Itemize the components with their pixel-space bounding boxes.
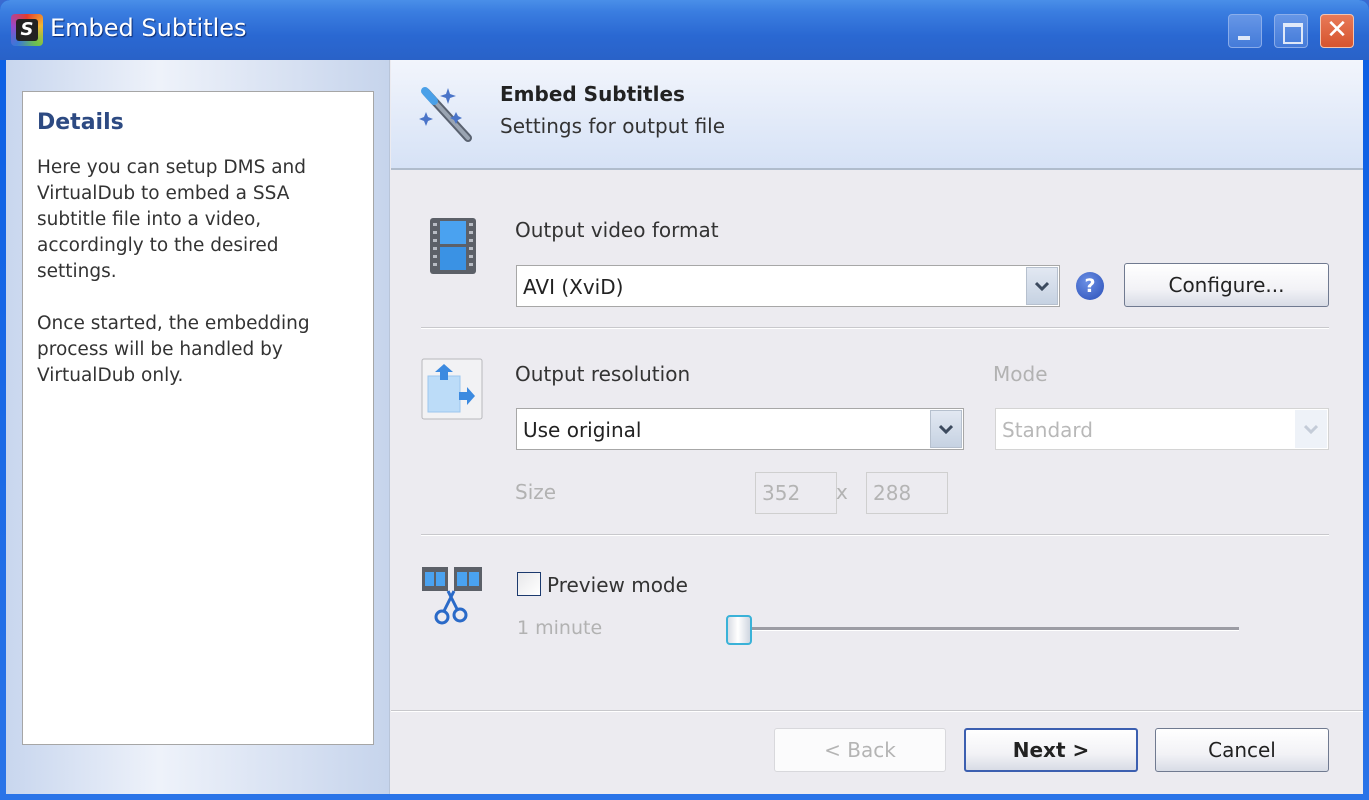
dropdown-arrow-icon[interactable] [1295,410,1327,448]
help-icon[interactable]: ? [1076,272,1104,300]
width-input[interactable]: 352 [755,472,837,514]
output-resolution-select[interactable]: Use original [516,408,964,450]
configure-button[interactable]: Configure... [1124,263,1329,307]
section-divider [421,327,1329,329]
mode-value: Standard [1002,418,1093,442]
output-format-value: AVI (XviD) [523,275,624,299]
output-resolution-label: Output resolution [515,362,691,386]
details-title: Details [37,110,124,135]
size-label: Size [515,480,557,504]
section-divider [421,534,1329,536]
film-strip-icon [430,218,476,274]
dropdown-arrow-icon[interactable] [930,410,962,448]
preview-mode-checkbox[interactable] [517,572,541,596]
header-title: Embed Subtitles [500,82,685,106]
preview-duration-slider-track[interactable] [739,627,1239,631]
app-icon: S [11,14,43,46]
magic-wand-icon [419,87,472,142]
next-button[interactable]: Next > [964,728,1138,772]
maximize-button[interactable] [1274,14,1308,48]
wizard-header: Embed Subtitles Settings for output file [391,60,1363,170]
header-subtitle: Settings for output file [500,114,726,138]
resize-icon [421,358,483,420]
window-title: Embed Subtitles [50,14,247,42]
dropdown-arrow-icon[interactable] [1026,267,1058,305]
close-button[interactable]: ✕ [1320,14,1354,48]
left-pane: Details Here you can setup DMS and Virtu… [6,60,390,794]
dialog-client-area: Details Here you can setup DMS and Virtu… [6,60,1363,794]
film-scissors-icon [422,567,482,625]
embed-subtitles-window: S Embed Subtitles ✕ Details Here you can… [0,0,1369,800]
output-format-select[interactable]: AVI (XviD) [516,265,1060,307]
output-format-label: Output video format [515,218,719,242]
details-panel: Details Here you can setup DMS and Virtu… [22,91,374,745]
mode-select[interactable]: Standard [995,408,1329,450]
preview-mode-label[interactable]: Preview mode [547,573,688,597]
cancel-button[interactable]: Cancel [1155,728,1329,772]
mode-label: Mode [993,362,1048,386]
details-paragraph-1: Here you can setup DMS and VirtualDub to… [37,157,306,282]
preview-duration-slider-thumb[interactable] [726,615,752,645]
title-bar[interactable]: S Embed Subtitles ✕ [0,0,1369,60]
footer-divider [391,710,1363,712]
preview-duration-label: 1 minute [517,617,603,639]
details-paragraph-2: Once started, the embedding process will… [37,313,310,386]
back-button[interactable]: < Back [774,728,946,772]
output-resolution-value: Use original [523,418,642,442]
height-input[interactable]: 288 [866,472,948,514]
minimize-button[interactable] [1228,14,1262,48]
size-separator: x [836,480,848,504]
